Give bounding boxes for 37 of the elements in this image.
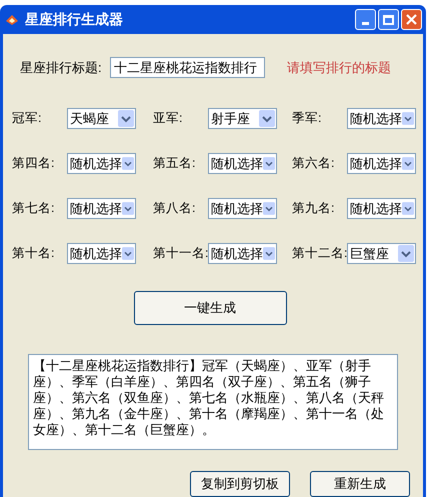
rank-label: 第六名: [292, 155, 336, 172]
dropdown[interactable]: 射手座 [208, 108, 277, 129]
dropdown[interactable]: 随机选择 [67, 153, 136, 174]
dropdown[interactable]: 随机选择 [208, 243, 277, 264]
action-button[interactable]: 复制到剪切板 [190, 471, 290, 497]
title-label: 星座排行标题: [20, 58, 103, 77]
result-text: 【十二星座桃花运指数排行】冠军（天蝎座）、亚军（射手座）、季军（白羊座）、第四名（双子座）、第五名（狮子座）、第六名（双鱼座）、第七名（水瓶座）、第八名（天秤座）、第九名（金牛座）、第十名（摩羯座）、第十一名（处女座）、第十二名（巨蟹座）。 [33, 358, 385, 438]
rank-label: 第十一名: [153, 245, 208, 262]
action-button[interactable]: 重新生成 [310, 471, 410, 497]
minimize-button[interactable] [355, 9, 376, 30]
dropdown[interactable]: 随机选择 [347, 198, 416, 219]
dropdown[interactable]: 随机选择 [67, 198, 136, 219]
rank-label: 季军: [292, 110, 322, 128]
dropdown[interactable]: 随机选择 [347, 108, 416, 129]
dropdown[interactable]: 随机选择 [208, 153, 277, 174]
dropdown[interactable]: 巨蟹座 [347, 243, 416, 264]
title-input[interactable]: 十二星座桃花运指数排行 [110, 57, 265, 78]
rank-label: 第七名: [12, 200, 56, 218]
rank-label: 第十二名: [292, 245, 347, 262]
close-icon [406, 14, 417, 25]
hint-text: 请填写排行的标题 [287, 58, 391, 77]
generate-button[interactable]: 一键生成 [134, 291, 286, 325]
rank-label: 亚军: [153, 110, 184, 128]
close-button[interactable] [401, 9, 422, 30]
rank-label: 第十名: [12, 245, 56, 262]
dropdown[interactable]: 随机选择 [208, 198, 277, 219]
app-icon [5, 14, 19, 26]
rank-label: 第九名: [292, 200, 336, 218]
dropdown[interactable]: 天蝎座 [67, 108, 136, 129]
dropdown[interactable]: 随机选择 [347, 153, 416, 174]
rank-label: 第四名: [12, 155, 56, 172]
maximize-button[interactable] [378, 9, 399, 30]
rank-label: 第五名: [153, 155, 196, 172]
rank-label: 第八名: [153, 200, 196, 218]
window-title: 星座排行生成器 [25, 10, 124, 29]
dropdown[interactable]: 随机选择 [67, 243, 136, 264]
rank-label: 冠军: [12, 110, 42, 128]
